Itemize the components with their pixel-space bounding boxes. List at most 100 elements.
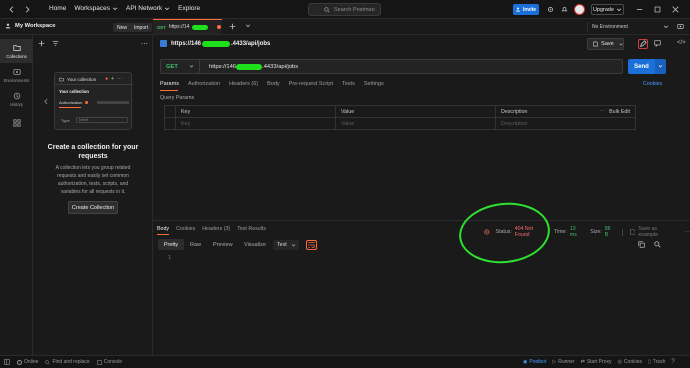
more-options-icon[interactable]: ⋯	[685, 229, 690, 235]
method-select[interactable]: GET	[160, 59, 200, 74]
tab-authorization[interactable]: Authorization	[188, 81, 220, 87]
view-visualize[interactable]: Visualize	[244, 242, 266, 248]
tab-tests[interactable]: Tests	[342, 81, 355, 87]
collections-icon	[59, 77, 64, 81]
search-bar[interactable]: Search Postman	[308, 3, 381, 16]
edit-icon[interactable]	[638, 39, 648, 49]
collections-icon	[12, 44, 21, 51]
start-proxy[interactable]: ⇄ Start Proxy	[581, 359, 612, 365]
rail-apps[interactable]	[0, 111, 33, 135]
settings-icon[interactable]	[547, 6, 554, 13]
cookies-link[interactable]: Cookies	[643, 81, 662, 87]
wrap-lines-icon[interactable]	[306, 240, 317, 250]
more-tabs-icon[interactable]	[245, 23, 251, 29]
create-collection-button[interactable]: Create Collection	[68, 201, 118, 214]
tab-request[interactable]: GET https://14	[153, 19, 222, 34]
method-label: GET	[166, 63, 178, 70]
user-icon	[5, 23, 11, 29]
import-button[interactable]: Import	[130, 23, 153, 32]
description-input[interactable]: Description	[495, 117, 636, 130]
chevron-down-icon	[658, 65, 663, 68]
bulk-edit-link[interactable]: Bulk Edit	[609, 109, 630, 115]
bottom-cookies[interactable]: ◎ Cookies	[618, 359, 642, 365]
tab-body[interactable]: Body	[267, 81, 280, 87]
maximize-icon[interactable]	[654, 6, 661, 13]
add-collection-icon[interactable]	[38, 40, 45, 47]
environment-select[interactable]: No Environment	[587, 22, 669, 32]
close-icon[interactable]	[672, 6, 679, 13]
send-button[interactable]: Send	[628, 59, 655, 74]
more-options-icon[interactable]: ⋯	[600, 109, 605, 115]
more-options-icon[interactable]: ⋯	[141, 40, 148, 48]
runner[interactable]: ▷ Runner	[552, 359, 574, 365]
status-annotation-circle	[456, 198, 553, 268]
send-options-button[interactable]	[655, 59, 666, 74]
rail-environments[interactable]: Environments	[0, 63, 33, 87]
rail-collections[interactable]: Collections	[0, 39, 33, 63]
save-as-example-button[interactable]: Save as example	[638, 226, 675, 238]
url-input[interactable]: https://146 .4433/api/jobs	[200, 59, 623, 74]
url-end: .4433/api/jobs	[262, 63, 299, 70]
postbot[interactable]: ◉ Postbot	[523, 359, 546, 365]
tab-pre-request-script[interactable]: Pre-request Script	[289, 81, 333, 87]
response-divider[interactable]	[153, 220, 690, 221]
trash[interactable]: ▯ Trash	[648, 359, 665, 365]
invite-button[interactable]: Invite	[513, 4, 539, 15]
nav-explore[interactable]: Explore	[178, 5, 200, 12]
back-icon[interactable]	[8, 6, 15, 13]
minimize-icon[interactable]	[636, 6, 643, 13]
tab-response-cookies[interactable]: Cookies	[176, 226, 195, 232]
tab-headers[interactable]: Headers (6)	[229, 81, 258, 87]
avatar[interactable]	[574, 4, 585, 15]
tab-settings[interactable]: Settings	[364, 81, 384, 87]
upgrade-button[interactable]: Upgrade	[591, 4, 624, 15]
rail-history-label: History	[9, 101, 24, 107]
code-icon[interactable]: </>	[677, 40, 686, 46]
help-icon[interactable]: ?	[671, 359, 674, 365]
environment-quick-look-icon[interactable]	[677, 23, 684, 30]
table-row: Key Value Description	[164, 117, 636, 130]
send-label: Send	[634, 63, 649, 70]
illustration-bar	[97, 101, 130, 104]
console-icon	[96, 359, 102, 365]
tab-response-headers[interactable]: Headers (3)	[202, 226, 230, 232]
console[interactable]: Console	[96, 359, 122, 365]
tab-params[interactable]: Params	[160, 81, 179, 87]
add-tab-icon[interactable]	[229, 23, 236, 30]
key-input[interactable]: Key	[175, 117, 336, 130]
search-placeholder: Search Postman	[334, 6, 375, 13]
collapse-sidebar-icon[interactable]	[43, 98, 49, 105]
rail-history[interactable]: History	[0, 87, 33, 111]
online-status[interactable]: Online	[17, 359, 38, 365]
view-preview[interactable]: Preview	[213, 242, 233, 248]
workspace-name[interactable]: My Workspace	[15, 23, 56, 29]
nav-workspaces[interactable]: Workspaces	[74, 5, 118, 12]
online-label: Online	[24, 359, 39, 365]
filter-icon[interactable]	[52, 40, 59, 47]
proxy-icon: ⇄	[580, 359, 585, 365]
view-pretty[interactable]: Pretty	[158, 239, 184, 250]
workspace-bar: My Workspace New Import GET https://14 N…	[0, 19, 690, 35]
save-icon	[630, 229, 636, 235]
layout-icon[interactable]	[4, 359, 10, 365]
view-raw[interactable]: Raw	[190, 242, 201, 248]
forward-icon[interactable]	[24, 6, 31, 13]
chevron-down-icon	[189, 65, 194, 68]
format-select[interactable]: Text	[273, 240, 299, 250]
search-icon[interactable]	[654, 241, 661, 248]
copy-icon[interactable]	[638, 241, 645, 248]
tab-test-results[interactable]: Test Results	[237, 226, 266, 232]
value-input[interactable]: Value	[335, 117, 496, 130]
size-label: Size:	[590, 229, 602, 235]
comments-icon[interactable]	[654, 40, 661, 47]
create-collection-label: Create Collection	[71, 204, 115, 211]
illustration-auth-dot	[85, 101, 89, 104]
nav-api-network[interactable]: API Network	[126, 5, 170, 12]
save-button[interactable]: Save	[587, 38, 624, 50]
notifications-icon[interactable]	[561, 6, 568, 13]
find-replace[interactable]: Find and replace	[45, 359, 90, 365]
illustration-subtitle: Your collection	[59, 89, 89, 94]
nav-home[interactable]: Home	[49, 5, 66, 12]
new-button[interactable]: New	[113, 23, 132, 32]
tab-response-body[interactable]: Body	[157, 226, 169, 232]
